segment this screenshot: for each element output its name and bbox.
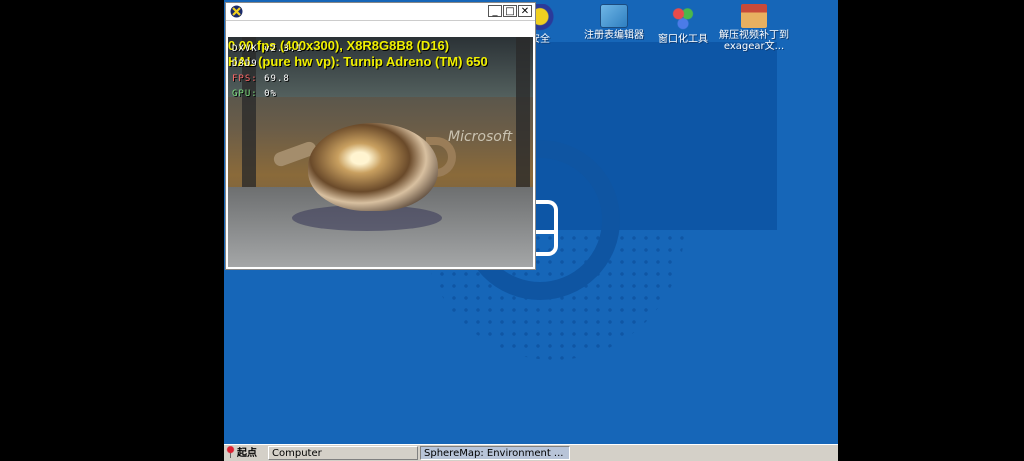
render-viewport[interactable]: Microsoft bbox=[228, 37, 533, 267]
start-label: 起点 bbox=[237, 448, 257, 459]
dxvk-gpu: GPU: 0% bbox=[232, 89, 277, 99]
dxvk-gpu-value: 0% bbox=[264, 89, 277, 99]
taskbar: 起点 Computer SphereMap: Environment ... bbox=[224, 444, 838, 461]
package-icon bbox=[741, 4, 767, 28]
dxvk-fps: FPS: 69.8 bbox=[232, 74, 290, 84]
window-tool-icon bbox=[668, 4, 698, 32]
teapot-model bbox=[308, 123, 438, 211]
start-pin-icon bbox=[226, 446, 235, 458]
registry-editor-icon bbox=[600, 4, 628, 28]
task-spheremap[interactable]: SphereMap: Environment ... bbox=[420, 446, 570, 460]
window-titlebar[interactable]: _ □ ✕ bbox=[226, 3, 535, 21]
dxvk-version: DXVK v2.3.1 bbox=[232, 44, 303, 54]
close-button[interactable]: ✕ bbox=[518, 5, 532, 17]
desktop-icon-registry-editor[interactable]: 注册表编辑器 bbox=[576, 4, 652, 41]
desktop-icon-label: 注册表编辑器 bbox=[584, 30, 644, 41]
dxvk-fps-label: FPS: bbox=[232, 74, 258, 84]
minimize-button[interactable]: _ bbox=[488, 5, 502, 17]
desktop-icon-video-patch[interactable]: 解压视频补丁到exagear文... bbox=[716, 4, 792, 52]
dxvk-api: D3D9 bbox=[232, 59, 258, 69]
app-icon bbox=[230, 5, 243, 18]
desktop-icon-window-tool[interactable]: 窗口化工具 bbox=[645, 4, 721, 45]
start-button[interactable]: 起点 bbox=[226, 446, 266, 460]
dxvk-fps-value: 69.8 bbox=[264, 74, 290, 84]
desktop-icon-label: 窗口化工具 bbox=[658, 34, 708, 45]
task-computer[interactable]: Computer bbox=[268, 446, 418, 460]
maximize-button[interactable]: □ bbox=[503, 5, 517, 17]
spheremap-window[interactable]: _ □ ✕ Microsoft 0.00 fps (400x300), X8R8… bbox=[225, 2, 536, 270]
scene-wall-logo: Microsoft bbox=[448, 129, 513, 145]
desktop-icon-label: 解压视频补丁到exagear文... bbox=[719, 30, 789, 52]
dxvk-gpu-label: GPU: bbox=[232, 89, 258, 99]
hud-device-line: HAL (pure hw vp): Turnip Adreno (TM) 650 bbox=[228, 54, 488, 69]
